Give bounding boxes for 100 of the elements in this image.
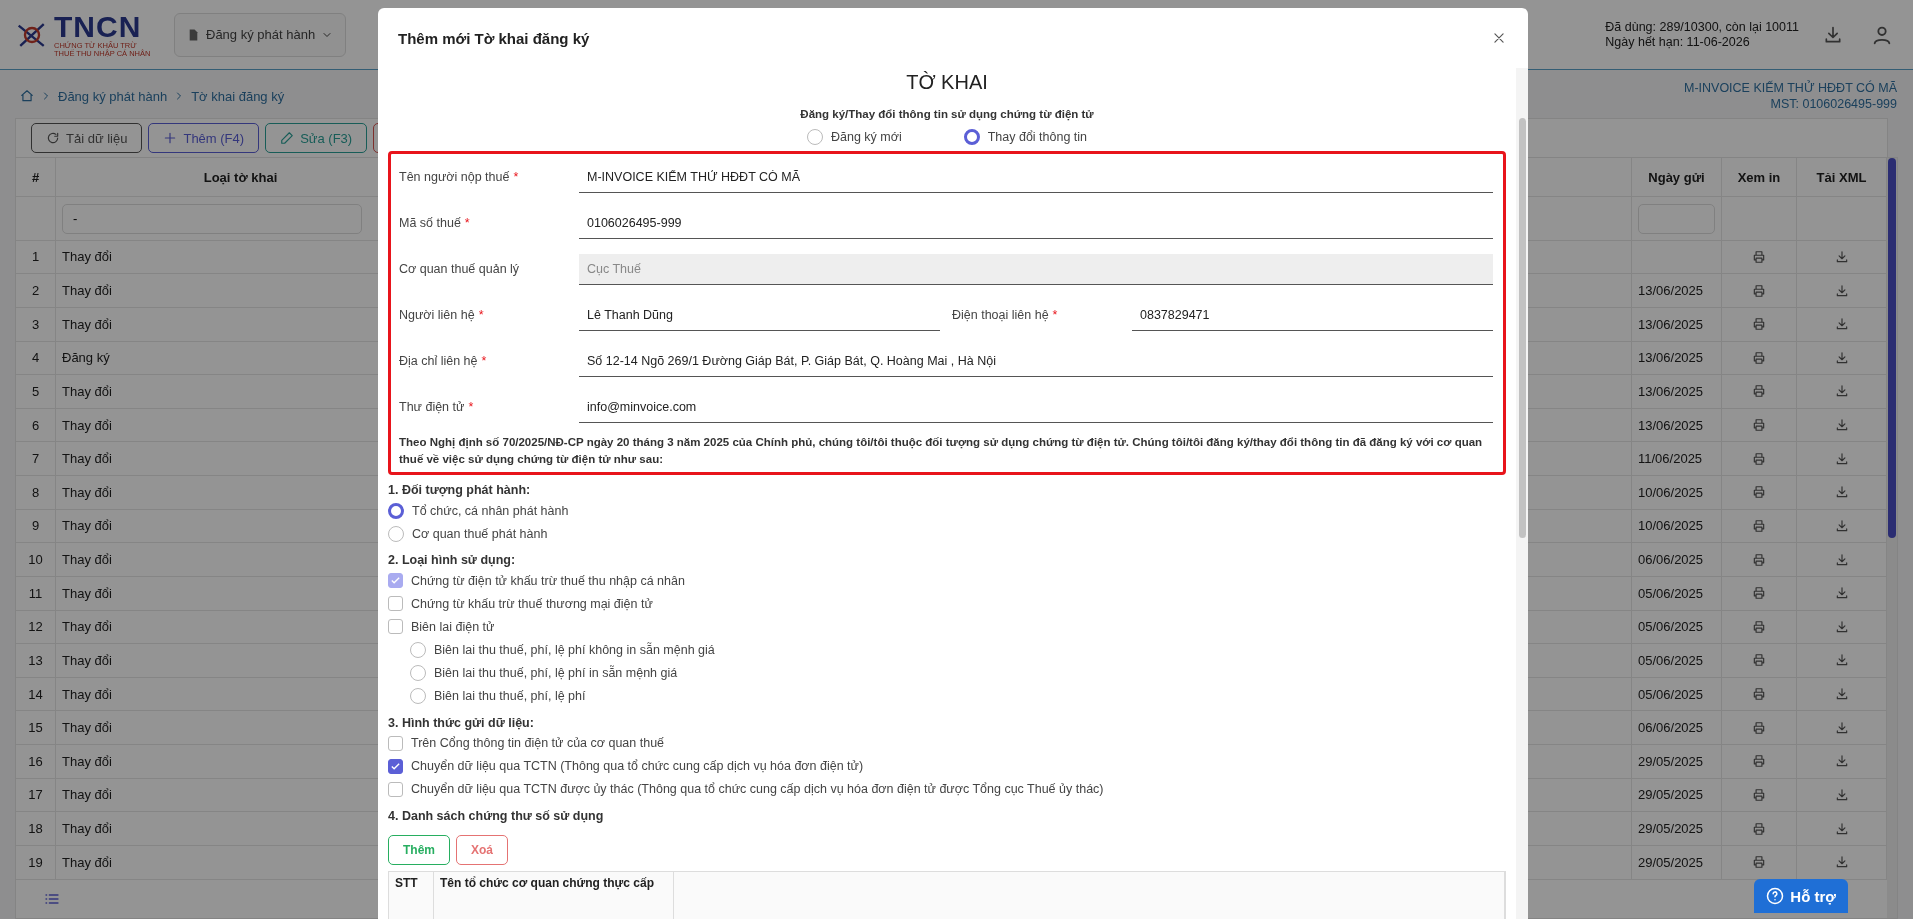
download-icon: [1834, 249, 1849, 264]
filter-field[interactable]: -: [62, 203, 362, 234]
row-number: 4: [16, 341, 56, 375]
radio-button[interactable]: [806, 128, 823, 145]
expiry-text: Ngày hết hạn: 11-06-2026: [1605, 34, 1751, 50]
required-mark: *: [468, 400, 474, 415]
download-icon: [1834, 619, 1849, 634]
file-icon: [187, 27, 200, 42]
row-number: 16: [16, 745, 56, 778]
row-number: 13: [16, 644, 56, 677]
printer-icon: [1752, 485, 1766, 500]
checkbox[interactable]: [388, 758, 403, 774]
company-name: M-INVOICE KIẾM THỬ HĐĐT CÓ MÃ: [1684, 80, 1897, 96]
reload-button[interactable]: Tải dữ liệu: [31, 123, 143, 153]
printer-icon: [1752, 787, 1766, 802]
printer-icon: [1752, 586, 1766, 601]
row-number: 12: [16, 610, 56, 644]
required-mark: *: [481, 354, 487, 369]
check-icon: [390, 760, 401, 772]
printer-icon: [1752, 283, 1766, 298]
radio-button[interactable]: [388, 525, 404, 542]
required-mark: *: [464, 216, 470, 231]
table-cell: 13/06/2025: [1632, 408, 1722, 442]
checkbox[interactable]: [388, 735, 403, 751]
download-icon: [1834, 754, 1849, 769]
table-cell: 13/06/2025: [1632, 375, 1722, 408]
dialog-title: Thêm mới Tờ khai đăng ký: [398, 29, 590, 47]
radio-button[interactable]: [410, 641, 426, 658]
radio-option[interactable]: Đăng ký mới: [806, 128, 902, 145]
printer-icon: [1752, 350, 1766, 365]
option-label: Thay đổi thông tin: [987, 129, 1088, 144]
checkbox[interactable]: [388, 596, 403, 612]
table-cell: 05/06/2025: [1632, 610, 1722, 644]
radio-button[interactable]: [410, 688, 426, 705]
row-number: 3: [16, 307, 56, 341]
printer-icon: [1752, 451, 1766, 466]
reload-icon: [46, 131, 60, 145]
help-icon: [1766, 887, 1785, 905]
add-button[interactable]: Thêm (F4): [148, 123, 260, 153]
table-cell: 05/06/2025: [1632, 576, 1722, 610]
radio-option[interactable]: Thay đổi thông tin: [963, 128, 1088, 145]
table-cell: 13/06/2025: [1632, 341, 1722, 375]
menu-button[interactable]: Đăng ký phát hành: [174, 12, 347, 57]
column-header: STT: [389, 871, 434, 919]
row-number: 15: [16, 711, 56, 744]
option-label: Đăng ký mới: [830, 129, 902, 144]
tax-code: MST: 0106026495-999: [1770, 96, 1897, 112]
download-icon: [1834, 855, 1849, 870]
pencil-icon: [280, 131, 295, 145]
download-icon: [1834, 586, 1849, 601]
row-number: 6: [16, 408, 56, 442]
column-header: Tên tổ chức cơ quan chứng thực cấp: [434, 871, 674, 919]
row-number: 11: [16, 576, 56, 610]
table-cell: 13/06/2025: [1632, 274, 1722, 307]
required-mark: *: [1052, 308, 1058, 323]
printer-icon: [1752, 754, 1766, 769]
row-number: 10: [16, 543, 56, 576]
printer-icon: [1752, 418, 1766, 433]
column-header: #: [16, 158, 56, 197]
radio-button[interactable]: [963, 128, 980, 145]
printer-icon: [1752, 518, 1766, 533]
table-cell: 29/05/2025: [1632, 845, 1722, 879]
column-header[interactable]: Ngày gửi: [1632, 158, 1722, 197]
table-cell: 10/06/2025: [1632, 509, 1722, 543]
close-icon: [1492, 31, 1506, 45]
printer-icon: [1752, 720, 1766, 735]
printer-icon: [1752, 249, 1766, 264]
printer-icon: [1752, 619, 1766, 634]
row-number: 1: [16, 240, 56, 274]
row-number: 18: [16, 812, 56, 845]
radio-button[interactable]: [388, 502, 404, 519]
table-cell: 13/06/2025: [1632, 307, 1722, 341]
row-number: 19: [16, 845, 56, 879]
plus-icon: [163, 131, 178, 145]
radio-button[interactable]: [410, 665, 426, 681]
scrollbar-thumb[interactable]: [1518, 118, 1526, 538]
download-icon: [1834, 317, 1849, 332]
printer-icon: [1752, 653, 1766, 668]
row-number: 7: [16, 442, 56, 475]
download-icon: [1834, 787, 1849, 802]
row-number: 2: [16, 274, 56, 307]
table-cell: 29/05/2025: [1632, 745, 1722, 778]
download-icon: [1834, 552, 1849, 567]
scrollbar-thumb[interactable]: [1888, 158, 1896, 538]
checkbox[interactable]: [388, 781, 403, 797]
form-subtitle: Đăng ký/Thay đổi thông tin sử dụng chứng từ điện tử: [799, 108, 1095, 120]
form-heading: TỜ KHAI: [905, 70, 989, 95]
checkbox[interactable]: [388, 619, 403, 635]
row-number: 9: [16, 509, 56, 543]
table-cell: 29/05/2025: [1632, 778, 1722, 812]
field-label: Điện thoại liên hệ *: [952, 308, 1059, 323]
download-icon: [1834, 418, 1849, 433]
download-icon: [1834, 350, 1849, 365]
help-button[interactable]: Hỗ trợ: [1754, 879, 1848, 913]
required-mark: *: [478, 308, 484, 323]
download-icon: [1834, 720, 1849, 735]
row-number: 14: [16, 677, 56, 711]
option-label: Biên lai thu thuế, phí, lệ phí in sẵn mệnh giá: [434, 666, 678, 680]
home-icon[interactable]: [20, 89, 34, 103]
row-number: 17: [16, 778, 56, 812]
